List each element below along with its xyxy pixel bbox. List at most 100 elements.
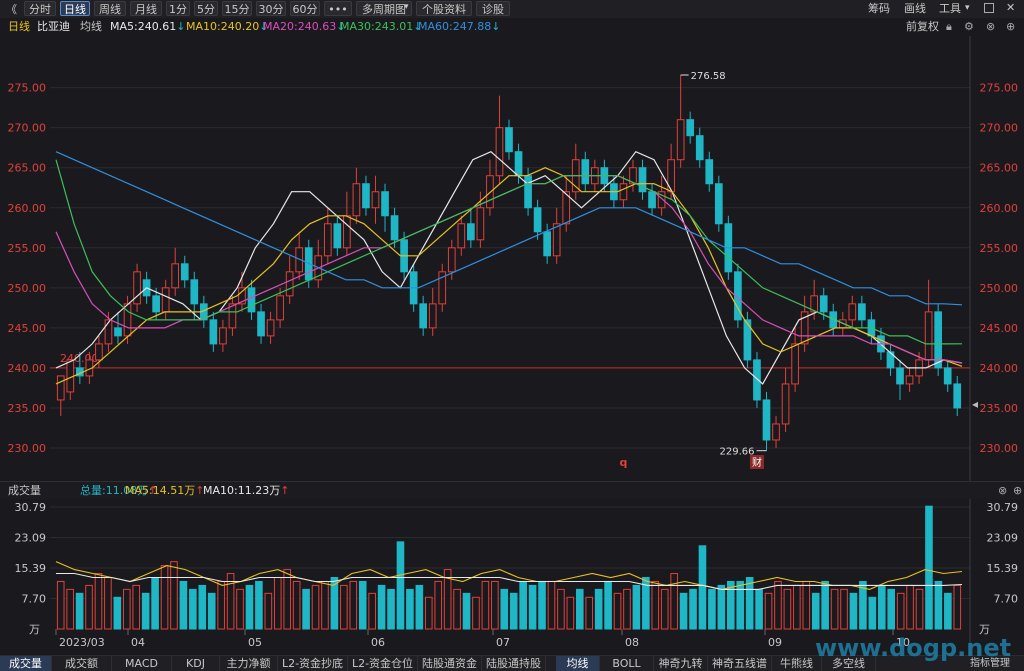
candle-body: [219, 327, 227, 345]
candle-body: [457, 223, 466, 249]
lock-icon[interactable]: 🔒︎: [946, 18, 952, 36]
indicator-tab-12[interactable]: 神奇五线谱: [708, 656, 772, 671]
volume-bar: [613, 592, 622, 630]
volume-bar: [538, 580, 546, 630]
plus-icon[interactable]: ⊕: [1006, 18, 1015, 36]
watermark: www.dogp.net: [815, 634, 1012, 662]
indicator-tab-6[interactable]: L2-资金仓位: [348, 656, 418, 671]
volume-bar: [94, 573, 103, 630]
volume-bar: [368, 592, 376, 630]
chips-button[interactable]: 筹码: [868, 1, 890, 16]
period-button-8[interactable]: 60分: [290, 1, 320, 16]
period-button-0[interactable]: 分时: [24, 1, 56, 16]
volume-ma5-text: MA5:14.51万: [125, 484, 196, 497]
volume-bar: [198, 584, 207, 630]
candle-body: [209, 319, 218, 345]
window-close-icon[interactable]: [984, 3, 994, 13]
close-icon[interactable]: ⊗: [998, 482, 1007, 500]
adjust-mode-button[interactable]: 前复权: [906, 18, 939, 36]
candle-body: [676, 119, 685, 161]
period-button-11[interactable]: 个股资料: [416, 1, 472, 16]
volume-bar: [113, 596, 122, 630]
period-button-12[interactable]: 诊股: [476, 1, 510, 16]
indicator-tab-3[interactable]: KDJ: [172, 656, 220, 671]
candle-body: [791, 343, 799, 385]
month-label: 08: [625, 636, 639, 649]
volume-tick-right: 30.79: [987, 501, 1019, 514]
event-marker-q[interactable]: q: [620, 456, 628, 469]
period-button-6[interactable]: 15分: [222, 1, 252, 16]
period-button-7[interactable]: 30分: [256, 1, 286, 16]
period-button-5[interactable]: 5分: [194, 1, 218, 16]
volume-bar: [170, 561, 178, 630]
period-button-9[interactable]: •••: [324, 1, 352, 16]
volume-bar: [472, 596, 480, 630]
candle-body: [419, 303, 428, 329]
volume-bar: [887, 588, 896, 630]
volume-bar: [868, 596, 877, 630]
gear-icon[interactable]: ⚙: [964, 18, 974, 36]
tools-button[interactable]: 工具: [939, 1, 961, 16]
volume-chart[interactable]: 30.79 30.7923.09 23.0915.39 15.397.70 7.70万万…: [0, 499, 1024, 655]
chevron-down-icon[interactable]: ▾: [965, 1, 970, 16]
indicator-tab-7[interactable]: 陆股通资金: [418, 656, 482, 671]
volume-bar: [594, 588, 603, 630]
y-tick-right: 275.00: [980, 82, 1019, 95]
draw-line-button[interactable]: 画线: [904, 1, 926, 16]
candle-body: [924, 311, 933, 361]
candle-body: [467, 223, 475, 241]
volume-bar: [160, 565, 169, 630]
indicator-tab-4[interactable]: 主力净额: [220, 656, 278, 671]
indicator-tab-0[interactable]: 成交量: [0, 656, 52, 671]
y-tick-right: 260.00: [980, 202, 1019, 215]
candle-body: [152, 295, 160, 313]
indicator-tab-10[interactable]: BOLL: [600, 656, 654, 671]
volume-bar: [651, 580, 660, 630]
indicator-tab-8[interactable]: 陆股通持股: [482, 656, 546, 671]
volume-tick-right: 15.39: [987, 562, 1019, 575]
volume-bar: [255, 580, 263, 630]
volume-bar: [528, 584, 537, 630]
close-icon[interactable]: ⊗: [986, 18, 995, 36]
y-tick-left: 260.00: [8, 202, 47, 215]
volume-bar: [877, 584, 886, 630]
indicator-tab-1[interactable]: 成交额: [52, 656, 112, 671]
candle-body: [772, 423, 780, 441]
period-button-2[interactable]: 周线: [94, 1, 126, 16]
period-button-4[interactable]: 1分: [166, 1, 190, 16]
volume-bar: [377, 584, 386, 630]
candle-body: [619, 183, 628, 201]
volume-bar: [764, 592, 773, 630]
plus-icon[interactable]: ⊕: [1013, 482, 1022, 500]
volume-ma5: MA5:14.51万↑: [125, 482, 204, 500]
candle-body: [371, 191, 380, 209]
chevron-down-icon[interactable]: ▾: [404, 2, 409, 12]
volume-bar: [434, 580, 443, 630]
month-label: 09: [768, 636, 782, 649]
low-annotation: 229.66: [719, 447, 754, 458]
candle-body: [190, 279, 199, 305]
back-icon[interactable]: 《: [6, 1, 17, 17]
stock-name: 比亚迪: [37, 20, 70, 33]
volume-bar: [632, 584, 641, 630]
indicator-tab-2[interactable]: MACD: [112, 656, 172, 671]
volume-bar: [85, 584, 93, 630]
indicator-tab-9[interactable]: 均线: [556, 656, 600, 671]
period-button-1[interactable]: 日线: [60, 1, 90, 16]
ma-toggle-label[interactable]: 均线: [80, 18, 102, 36]
candle-body: [343, 215, 351, 249]
y-tick-left: 265.00: [8, 162, 47, 175]
earnings-marker[interactable]: 财: [752, 456, 762, 469]
close-icon[interactable]: ✕: [1006, 1, 1015, 14]
period-button-3[interactable]: 月线: [130, 1, 162, 16]
candle-body: [266, 319, 275, 337]
indicator-tab-5[interactable]: L2-资金抄底: [278, 656, 348, 671]
volume-bar: [141, 592, 150, 630]
y-tick-right: 270.00: [980, 122, 1019, 135]
indicator-tab-11[interactable]: 神奇九转: [654, 656, 708, 671]
candlestick-chart[interactable]: 275.00 275.00 270.00 270.00 265.00 265.00 260.…: [0, 36, 1024, 481]
volume-bar: [151, 576, 159, 630]
volume-bar: [575, 588, 584, 630]
candle-body: [753, 359, 761, 401]
volume-bar: [264, 592, 273, 630]
